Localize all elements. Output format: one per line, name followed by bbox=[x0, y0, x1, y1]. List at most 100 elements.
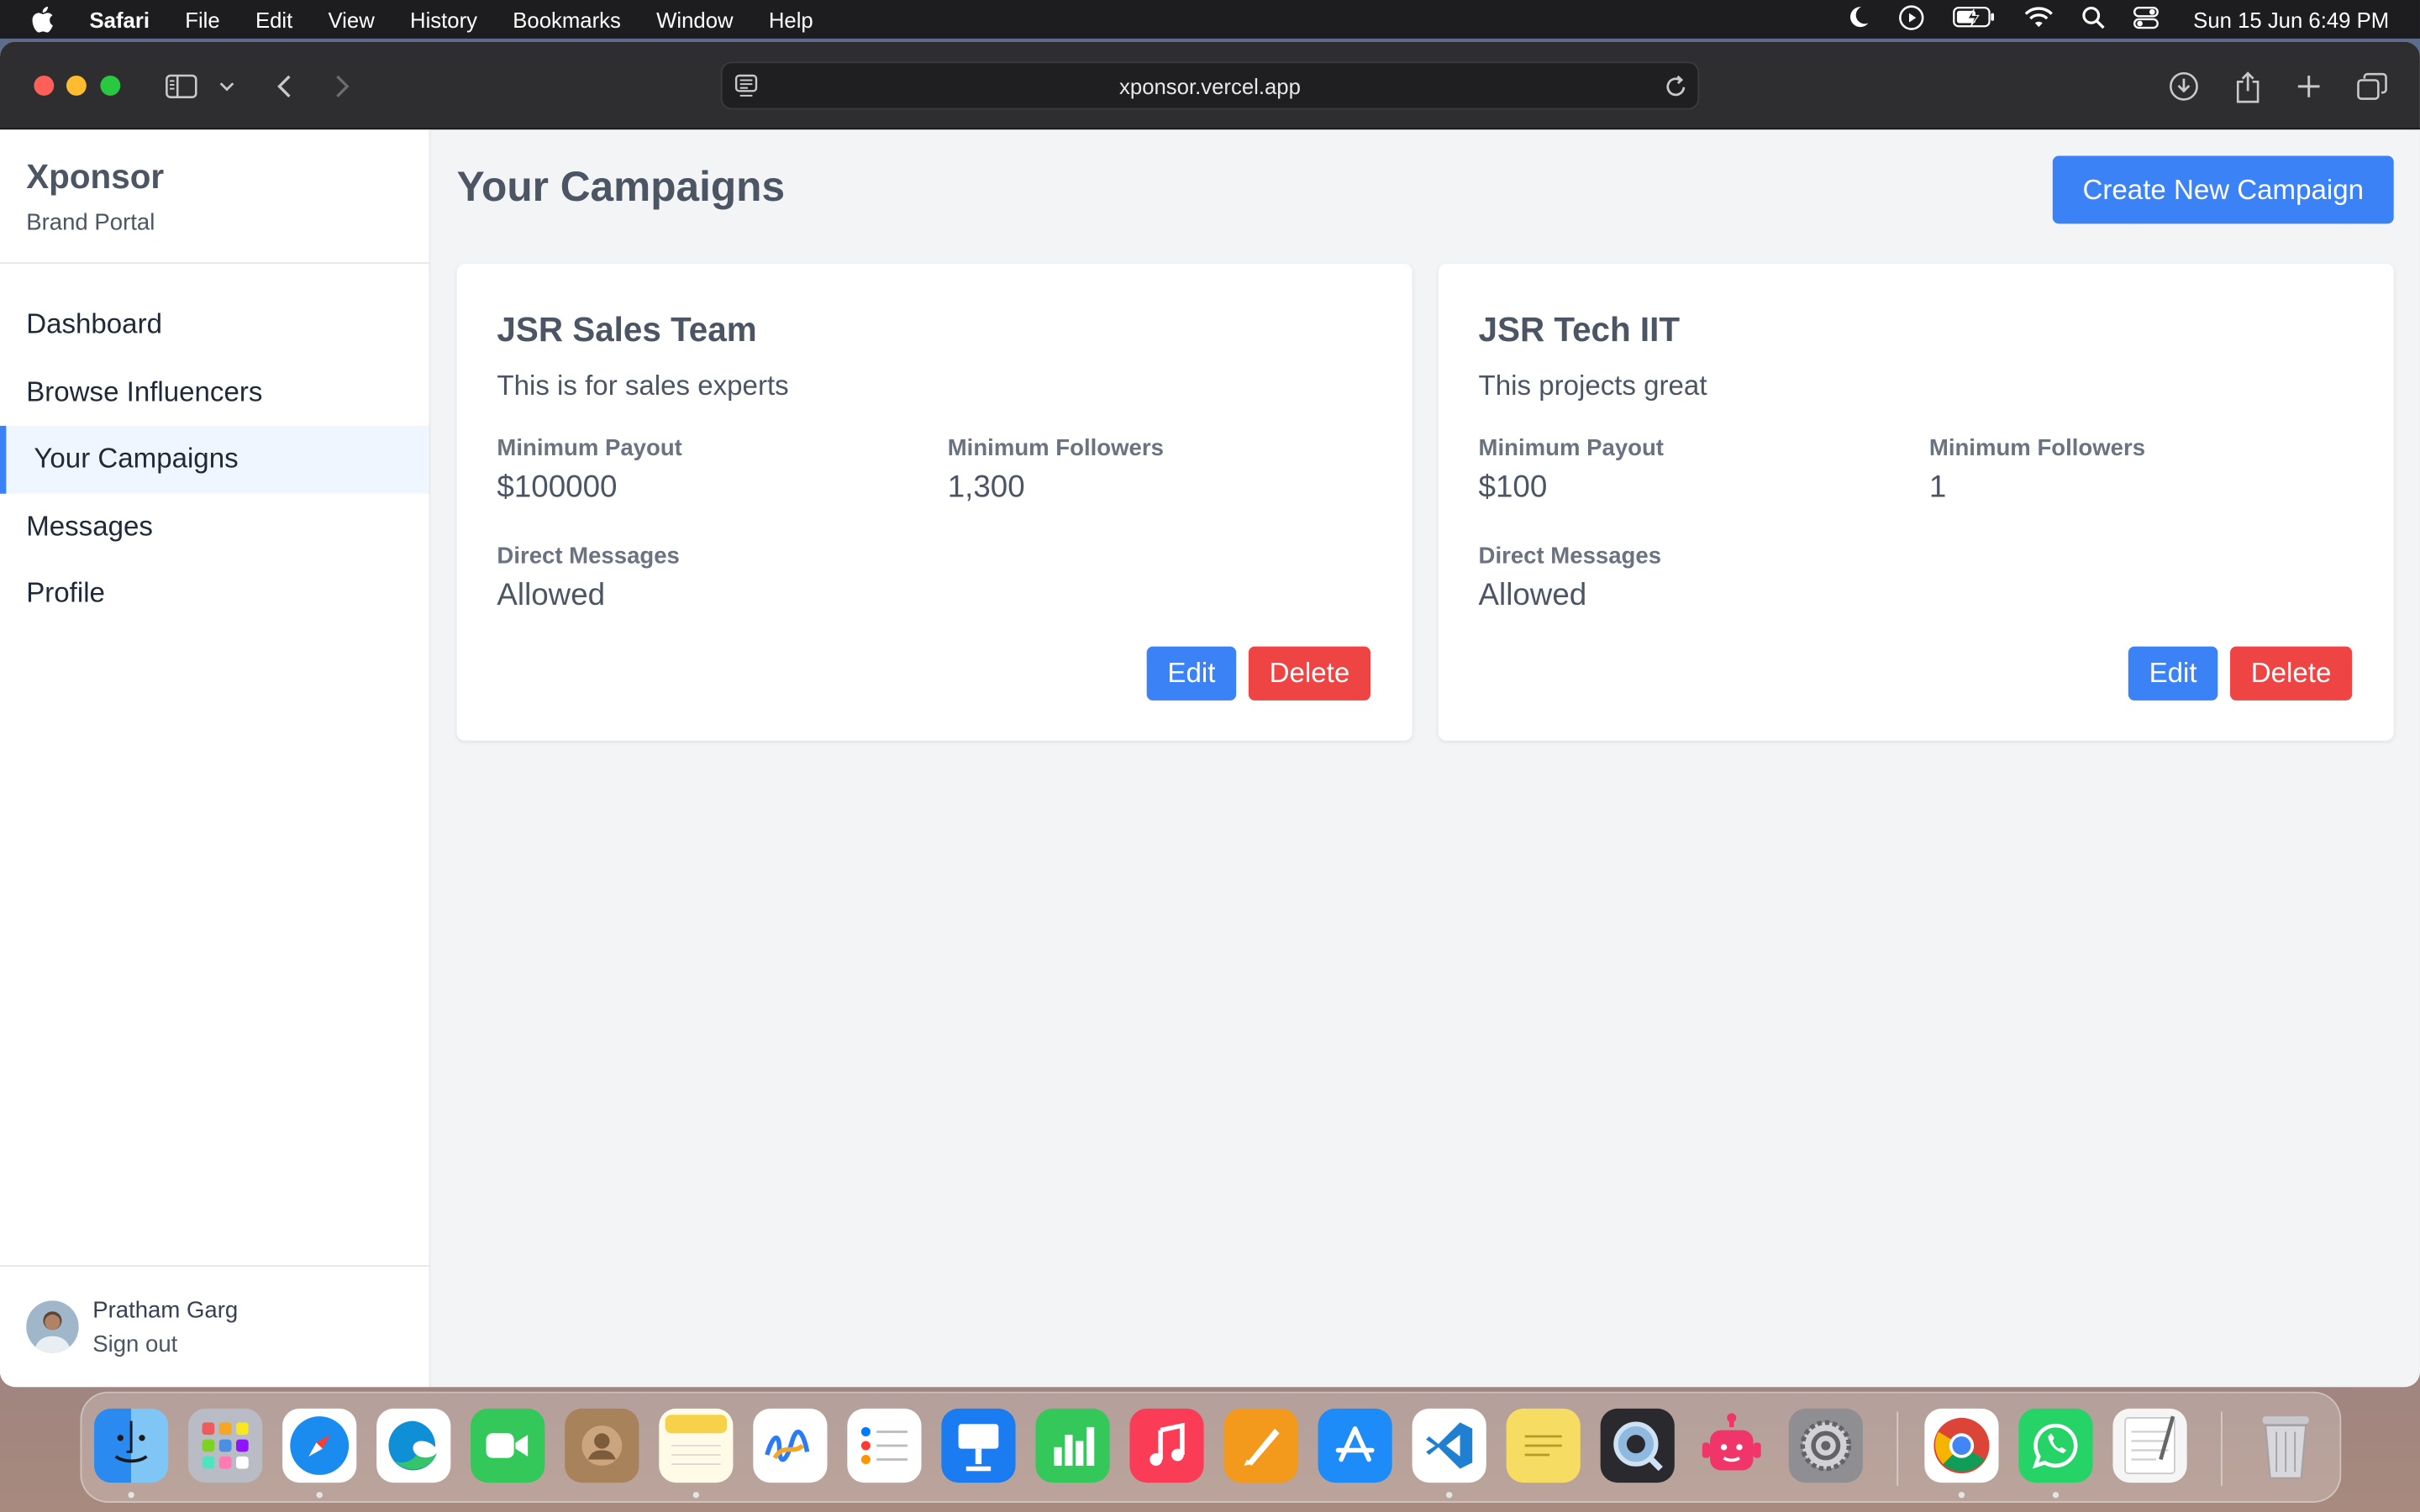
dock bbox=[80, 1391, 2342, 1503]
menu-app-name[interactable]: Safari bbox=[90, 7, 150, 31]
minimize-window-button[interactable] bbox=[66, 75, 87, 96]
stickies-icon[interactable] bbox=[1506, 1408, 1581, 1483]
min-payout-value: $100000 bbox=[497, 470, 618, 505]
user-name: Pratham Garg bbox=[92, 1296, 239, 1323]
avatar[interactable] bbox=[26, 1300, 79, 1353]
contacts-icon[interactable] bbox=[565, 1408, 639, 1483]
keynote-icon[interactable] bbox=[941, 1408, 1016, 1483]
campaign-card: JSR Tech IIT This projects great Minimum… bbox=[1438, 264, 2394, 741]
brand-subtitle: Brand Portal bbox=[26, 209, 155, 237]
robot-app-icon[interactable] bbox=[1695, 1409, 1769, 1483]
menu-help[interactable]: Help bbox=[769, 7, 813, 31]
apple-icon[interactable] bbox=[31, 6, 59, 33]
zoom-window-button[interactable] bbox=[100, 75, 121, 96]
reminders-icon[interactable] bbox=[847, 1408, 922, 1483]
running-indicator bbox=[2052, 1492, 2060, 1499]
edit-campaign-button[interactable]: Edit bbox=[2128, 646, 2218, 701]
direct-messages-label: Direct Messages bbox=[1478, 543, 1662, 570]
notes-icon[interactable] bbox=[659, 1408, 734, 1483]
system-settings-icon[interactable] bbox=[1788, 1408, 1863, 1483]
reload-icon[interactable] bbox=[1664, 72, 1688, 103]
campaign-description: This projects great bbox=[1478, 370, 1707, 402]
address-bar[interactable]: xponsor.vercel.app bbox=[720, 61, 1700, 110]
numbers-icon[interactable] bbox=[1035, 1408, 1110, 1483]
min-followers-value: 1 bbox=[1928, 470, 1947, 505]
sidebar-item-browse-influencers[interactable]: Browse Influencers bbox=[0, 359, 429, 426]
edit-campaign-button[interactable]: Edit bbox=[1146, 646, 1237, 701]
finder-icon[interactable] bbox=[94, 1408, 169, 1483]
quicktime-icon[interactable] bbox=[1600, 1408, 1675, 1483]
page-menu-icon[interactable] bbox=[734, 74, 758, 103]
brand-header: Xponsor Brand Portal bbox=[0, 129, 429, 265]
create-new-campaign-button[interactable]: Create New Campaign bbox=[2052, 155, 2394, 224]
sidebar: Xponsor Brand Portal Dashboard Browse In… bbox=[0, 129, 431, 1388]
menu-view[interactable]: View bbox=[328, 7, 374, 31]
close-window-button[interactable] bbox=[34, 75, 55, 96]
running-indicator bbox=[316, 1492, 323, 1499]
main-content: Your Campaigns Create New Campaign JSR S… bbox=[430, 129, 2420, 1388]
running-indicator bbox=[692, 1492, 700, 1499]
freeform-icon[interactable] bbox=[753, 1408, 828, 1483]
menubar-clock[interactable]: Sun 15 Jun 6:49 PM bbox=[2193, 7, 2389, 31]
min-followers-label: Minimum Followers bbox=[1928, 434, 2146, 462]
brand-title[interactable]: Xponsor bbox=[26, 157, 402, 197]
min-followers-value: 1,300 bbox=[947, 470, 1025, 505]
now-playing-icon[interactable] bbox=[1898, 4, 1924, 35]
edge-icon[interactable] bbox=[376, 1408, 451, 1483]
safari-icon[interactable] bbox=[282, 1408, 357, 1483]
user-panel: Pratham Garg Sign out bbox=[0, 1265, 429, 1387]
delete-campaign-button[interactable]: Delete bbox=[1248, 646, 1370, 701]
textedit-icon[interactable] bbox=[2112, 1408, 2187, 1483]
battery-icon[interactable] bbox=[1953, 6, 1996, 32]
control-center-icon[interactable] bbox=[2133, 5, 2160, 33]
min-payout-value: $100 bbox=[1478, 470, 1548, 505]
share-icon[interactable] bbox=[2232, 68, 2263, 105]
min-payout-label: Minimum Payout bbox=[497, 434, 682, 462]
dock-separator bbox=[2221, 1411, 2223, 1486]
focus-moon-icon[interactable] bbox=[1846, 5, 1870, 34]
chrome-icon[interactable] bbox=[1924, 1408, 1999, 1483]
direct-messages-value: Allowed bbox=[1478, 578, 1587, 613]
app-store-icon[interactable] bbox=[1318, 1408, 1392, 1483]
chevron-down-icon[interactable] bbox=[216, 68, 238, 105]
sign-out-link[interactable]: Sign out bbox=[92, 1331, 238, 1357]
web-content: Xponsor Brand Portal Dashboard Browse In… bbox=[0, 129, 2420, 1388]
forward-icon[interactable] bbox=[330, 68, 355, 105]
sidebar-item-messages[interactable]: Messages bbox=[0, 493, 429, 560]
vscode-icon[interactable] bbox=[1412, 1408, 1486, 1483]
wifi-icon[interactable] bbox=[2023, 5, 2054, 33]
menu-edit[interactable]: Edit bbox=[255, 7, 292, 31]
menu-file[interactable]: File bbox=[185, 7, 219, 31]
campaign-card: JSR Sales Team This is for sales experts… bbox=[456, 264, 1413, 741]
menu-bar: Safari File Edit View History Bookmarks … bbox=[0, 0, 2420, 39]
sidebar-item-dashboard[interactable]: Dashboard bbox=[0, 291, 429, 359]
launchpad-icon[interactable] bbox=[188, 1408, 263, 1483]
menu-window[interactable]: Window bbox=[656, 7, 733, 31]
running-indicator bbox=[1445, 1492, 1453, 1499]
sidebar-item-profile[interactable]: Profile bbox=[0, 560, 429, 627]
pages-icon[interactable] bbox=[1223, 1408, 1298, 1483]
menu-bookmarks[interactable]: Bookmarks bbox=[513, 7, 621, 31]
tab-overview-icon[interactable] bbox=[2355, 68, 2389, 105]
new-tab-icon[interactable] bbox=[2293, 68, 2324, 105]
running-indicator bbox=[128, 1492, 134, 1499]
running-indicator bbox=[1958, 1492, 1965, 1499]
music-icon[interactable] bbox=[1129, 1408, 1204, 1483]
downloads-icon[interactable] bbox=[2167, 68, 2201, 105]
delete-campaign-button[interactable]: Delete bbox=[2230, 646, 2353, 701]
sidebar-item-your-campaigns[interactable]: Your Campaigns bbox=[0, 425, 429, 493]
url-text[interactable]: xponsor.vercel.app bbox=[1119, 73, 1301, 97]
direct-messages-value: Allowed bbox=[497, 578, 606, 613]
whatsapp-icon[interactable] bbox=[2018, 1408, 2093, 1483]
dock-separator bbox=[1897, 1411, 1899, 1486]
spotlight-search-icon[interactable] bbox=[2082, 5, 2106, 33]
facetime-icon[interactable] bbox=[471, 1408, 545, 1483]
campaign-description: This is for sales experts bbox=[497, 370, 789, 402]
sidebar-toggle-icon[interactable] bbox=[164, 68, 197, 105]
trash-icon[interactable] bbox=[2249, 1409, 2323, 1483]
menu-history[interactable]: History bbox=[410, 7, 477, 31]
back-icon[interactable] bbox=[271, 68, 296, 105]
min-payout-label: Minimum Payout bbox=[1478, 434, 1664, 462]
sidebar-nav: Dashboard Browse Influencers Your Campai… bbox=[0, 291, 429, 627]
min-followers-label: Minimum Followers bbox=[947, 434, 1164, 462]
